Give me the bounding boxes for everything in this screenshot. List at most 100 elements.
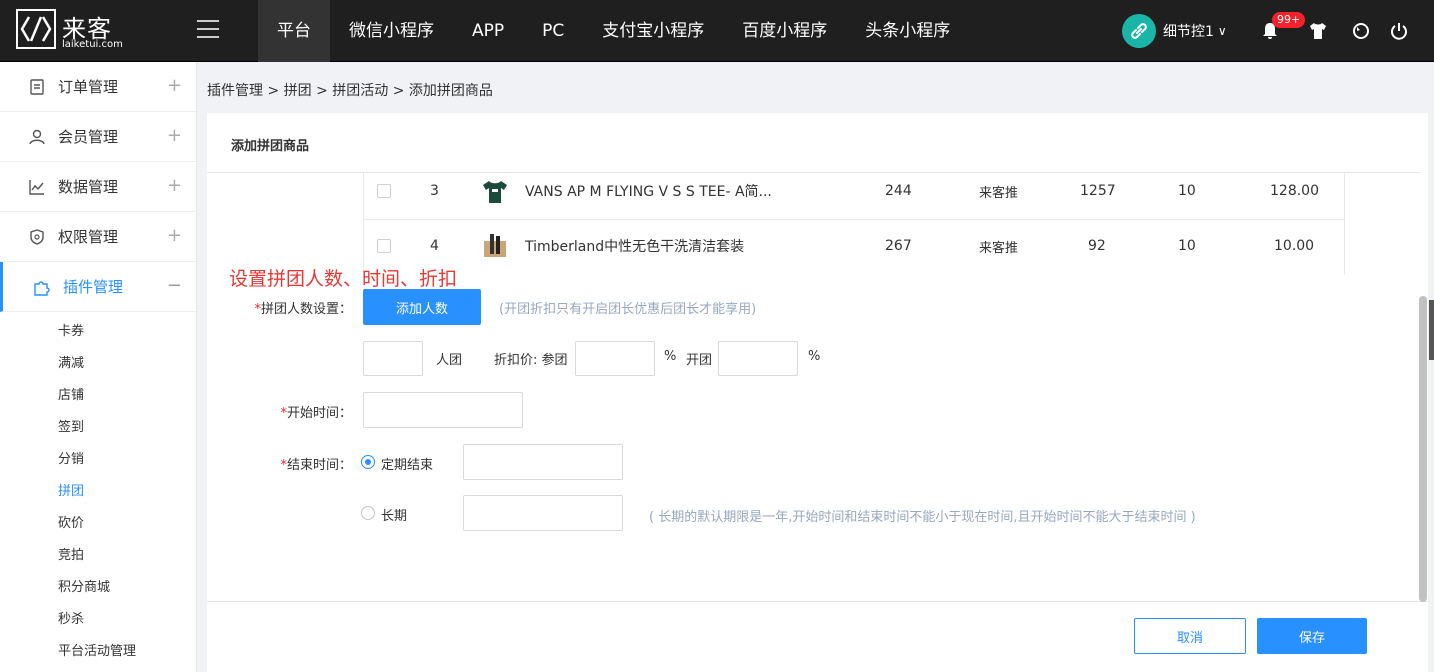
row-checkbox[interactable]: [377, 184, 391, 198]
submenu-group-buy[interactable]: 拼团: [0, 476, 196, 508]
discount-join-label: 折扣价: 参团: [494, 353, 568, 368]
save-button[interactable]: 保存: [1257, 618, 1367, 654]
submenu-points-mall[interactable]: 积分商城: [0, 572, 196, 604]
radio-long-label: 长期: [381, 509, 408, 524]
sidebar-item-label: 订单管理: [58, 78, 119, 96]
submenu-distribution[interactable]: 分销: [0, 444, 196, 476]
people-count-input[interactable]: [363, 341, 423, 376]
submenu-coupons[interactable]: 卡券: [0, 316, 196, 348]
cleaning-kit-thumbnail-icon: [480, 220, 510, 272]
submenu-flash-sale[interactable]: 秒杀: [0, 604, 196, 636]
row-index: 3: [430, 183, 439, 199]
product-qty: 10: [1178, 238, 1196, 254]
logo-mark-icon: [16, 9, 56, 49]
open-discount-input[interactable]: [718, 341, 798, 376]
user-name: 细节控1: [1163, 24, 1214, 40]
sidebar-item-label: 插件管理: [63, 278, 124, 296]
percent-label: %: [664, 349, 677, 364]
product-name: Timberland中性无色干洗清洁套装: [525, 239, 745, 255]
expand-icon[interactable]: +: [167, 125, 182, 146]
power-icon[interactable]: [1388, 20, 1410, 42]
open-group-label: 开团: [686, 353, 713, 368]
people-unit-label: 人团: [436, 353, 463, 368]
chevron-down-icon: ∨: [1217, 24, 1227, 38]
nav-toutiao-mini[interactable]: 头条小程序: [846, 0, 969, 62]
submenu-checkin[interactable]: 签到: [0, 412, 196, 444]
sidebar-item-data[interactable]: 数据管理 +: [0, 162, 196, 212]
group-size-label: *拼团人数设置：: [254, 302, 352, 317]
join-discount-input[interactable]: [575, 341, 655, 376]
sidebar-item-members[interactable]: 会员管理 +: [0, 112, 196, 162]
group-hint: (开团折扣只有开启团长优惠后团长才能享用): [499, 302, 757, 317]
user-menu[interactable]: 细节控1 ∨: [1122, 14, 1227, 48]
start-time-input[interactable]: [363, 392, 523, 428]
puzzle-icon: [31, 276, 53, 298]
nav-app[interactable]: APP: [453, 0, 523, 62]
store-name: 来客推: [979, 240, 1019, 256]
notification-badge: 99+: [1272, 12, 1306, 28]
expand-icon[interactable]: +: [167, 175, 182, 196]
radio-fixed-end[interactable]: [361, 455, 375, 469]
product-sales: 1257: [1080, 183, 1116, 199]
start-time-label: *开始时间：: [280, 406, 352, 421]
shield-icon: [26, 226, 48, 248]
cancel-button[interactable]: 取消: [1134, 618, 1246, 654]
logo[interactable]: 来客 laiketui.com: [16, 9, 156, 53]
product-price: 10.00: [1274, 238, 1315, 254]
sidebar-item-permissions[interactable]: 权限管理 +: [0, 212, 196, 262]
breadcrumb: 插件管理 > 拼团 > 拼团活动 > 添加拼团商品: [207, 83, 493, 99]
submenu-stores[interactable]: 店铺: [0, 380, 196, 412]
long-term-input[interactable]: [463, 495, 623, 531]
store-name: 来客推: [979, 185, 1019, 201]
nav-platform[interactable]: 平台: [258, 0, 330, 62]
annotation-text: 设置拼团人数、时间、折扣: [229, 268, 458, 290]
table-row: 3 VANS AP M FLYING V S S TEE- A简... 244 …: [364, 173, 1344, 220]
sidebar-item-orders[interactable]: 订单管理 +: [0, 62, 196, 112]
submenu-platform-activity[interactable]: 平台活动管理: [0, 636, 196, 668]
nav-pc[interactable]: PC: [523, 0, 583, 62]
sidebar-item-label: 数据管理: [58, 178, 119, 196]
top-nav: 平台 微信小程序 APP PC 支付宝小程序 百度小程序 头条小程序: [258, 0, 969, 62]
sidebar-item-label: 权限管理: [58, 228, 119, 246]
sidebar-item-plugins[interactable]: 插件管理 −: [0, 262, 196, 312]
nav-baidu-mini[interactable]: 百度小程序: [723, 0, 846, 62]
submenu-discount[interactable]: 满减: [0, 348, 196, 380]
nav-wechat-mini[interactable]: 微信小程序: [330, 0, 453, 62]
chart-icon: [26, 176, 48, 198]
expand-icon[interactable]: +: [167, 75, 182, 96]
refresh-icon[interactable]: [1350, 20, 1372, 42]
product-stock: 244: [885, 183, 912, 199]
add-people-button[interactable]: 添加人数: [363, 289, 481, 325]
row-checkbox[interactable]: [377, 239, 391, 253]
radio-long-term[interactable]: [361, 506, 375, 520]
page-title: 添加拼团商品: [231, 139, 310, 154]
side-handle[interactable]: [1429, 300, 1434, 360]
product-name: VANS AP M FLYING V S S TEE- A简...: [525, 184, 772, 200]
product-price: 128.00: [1270, 183, 1319, 199]
nav-alipay-mini[interactable]: 支付宝小程序: [583, 0, 723, 62]
scrollbar[interactable]: [1419, 296, 1427, 602]
plugin-submenu: 卡券 满减 店铺 签到 分销 拼团 砍价 竞拍 积分商城 秒杀 平台活动管理: [0, 312, 196, 668]
product-stock: 267: [885, 238, 912, 254]
end-time-input[interactable]: [463, 444, 623, 480]
link-icon: [1122, 14, 1156, 48]
submenu-bargain[interactable]: 砍价: [0, 508, 196, 540]
menu-toggle-icon[interactable]: [197, 20, 219, 40]
sidebar-item-label: 会员管理: [58, 128, 119, 146]
footer-divider: [207, 601, 1428, 602]
tshirt-icon[interactable]: [1307, 20, 1329, 42]
percent-label: %: [808, 349, 821, 364]
product-qty: 10: [1178, 183, 1196, 199]
expand-icon[interactable]: +: [167, 225, 182, 246]
collapse-icon[interactable]: −: [167, 275, 182, 296]
submenu-auction[interactable]: 竞拍: [0, 540, 196, 572]
sidebar: 订单管理 + 会员管理 + 数据管理 + 权限管理 + 插件管理 − 卡券 满减…: [0, 62, 197, 672]
long-term-hint: ( 长期的默认期限是一年,开始时间和结束时间不能小于现在时间,且开始时间不能大于…: [649, 510, 1196, 525]
clipboard-icon: [26, 76, 48, 98]
product-table: 3 VANS AP M FLYING V S S TEE- A简... 244 …: [363, 173, 1345, 275]
user-icon: [26, 126, 48, 148]
top-bar: 来客 laiketui.com 平台 微信小程序 APP PC 支付宝小程序 百…: [0, 0, 1434, 62]
table-row: 4 Timberland中性无色干洗清洁套装 267 来客推 92 10 10.…: [364, 220, 1344, 272]
radio-fixed-label: 定期结束: [381, 458, 434, 473]
tshirt-thumbnail-icon: [480, 173, 510, 219]
